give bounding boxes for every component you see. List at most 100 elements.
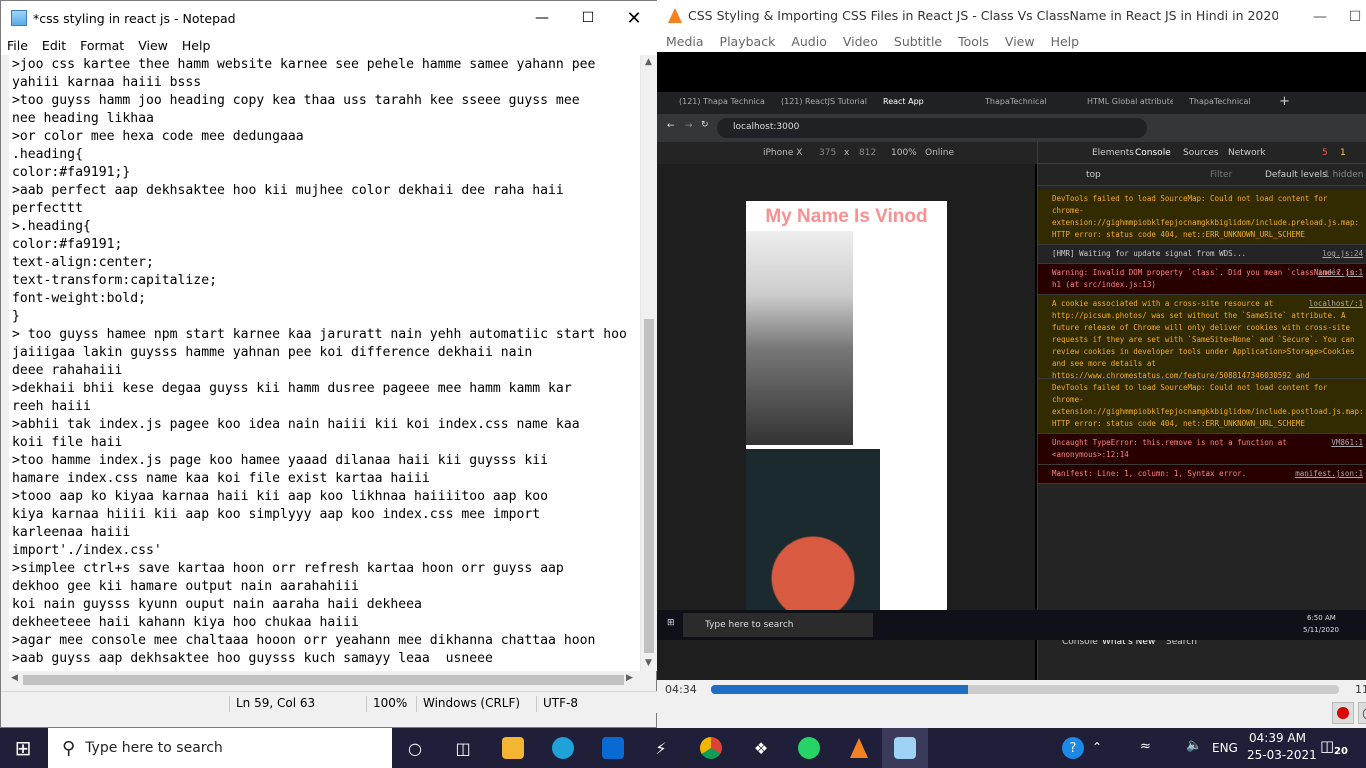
context-select[interactable]: top (1086, 170, 1101, 180)
record-button[interactable] (1332, 702, 1354, 724)
notepad-titlebar[interactable]: *css styling in react js - Notepad — ☐ ✕ (1, 1, 657, 35)
dropbox-icon[interactable]: ❖ (738, 728, 784, 768)
device-height[interactable]: 812 (859, 148, 876, 158)
vlc-maximize-button[interactable]: ☐ (1343, 0, 1366, 34)
text-line: deee rahahaiii (12, 363, 123, 378)
forward-icon[interactable]: → (685, 121, 693, 131)
record-icon (1337, 707, 1349, 719)
minimize-button[interactable]: — (519, 1, 565, 35)
photo-umbrella (746, 449, 880, 621)
clock-date[interactable]: 25-03-2021 (1247, 748, 1317, 762)
scroll-down-icon[interactable]: ▼ (645, 658, 652, 668)
device-zoom[interactable]: 100% (891, 148, 917, 158)
vlc-menu-view[interactable]: View (997, 34, 1043, 49)
menu-view[interactable]: View (131, 38, 175, 53)
lightning-app-icon[interactable]: ⚡ (638, 728, 684, 768)
cortana-icon[interactable]: ○ (392, 728, 438, 768)
seek-bar[interactable] (711, 685, 1339, 694)
browser-tab[interactable]: ThapaTechnical (1189, 97, 1275, 106)
vlc-menu-help[interactable]: Help (1043, 34, 1088, 49)
console-source-link[interactable]: manifest.json:1 (1295, 468, 1363, 480)
horizontal-scrollbar[interactable]: ◀ ▶ (9, 671, 640, 688)
scroll-right-icon[interactable]: ▶ (626, 673, 633, 683)
console-message[interactable]: DevTools failed to load SourceMap: Could… (1038, 379, 1366, 434)
console-message[interactable]: Uncaught TypeError: this.remove is not a… (1038, 434, 1366, 465)
vlc-menu-tools[interactable]: Tools (950, 34, 997, 49)
volume-icon[interactable]: 🔈 (1186, 738, 1202, 753)
text-line: .heading{ (12, 147, 83, 162)
device-network[interactable]: Online (925, 148, 954, 158)
devtools-tab-elements[interactable]: Elements (1092, 148, 1134, 158)
browser-tab[interactable]: (121) ReactJS Tutorial - ... (781, 97, 867, 106)
snapshot-button[interactable]: ◯ (1358, 702, 1366, 724)
devtools-tab-network[interactable]: Network (1228, 148, 1266, 158)
mail-icon[interactable] (590, 728, 636, 768)
back-icon[interactable]: ← (667, 121, 675, 131)
camera-icon: ◯ (1362, 706, 1366, 720)
vlc-taskbar-icon[interactable] (836, 728, 882, 768)
vlc-menu-audio[interactable]: Audio (783, 34, 835, 49)
language-indicator[interactable]: ENG (1212, 741, 1238, 755)
device-select[interactable]: iPhone X (763, 148, 802, 158)
warning-count[interactable]: 1 (1340, 148, 1346, 158)
start-button[interactable]: ⊞ (0, 728, 46, 768)
inner-clock: 6:50 AM (1307, 614, 1336, 622)
console-message[interactable]: DevTools failed to load SourceMap: Could… (1038, 190, 1366, 245)
text-line: >aab guyss aap dekhsaktee hoo guysss kuc… (12, 651, 501, 666)
notepad-title: *css styling in react js - Notepad (33, 10, 236, 26)
menu-edit[interactable]: Edit (35, 38, 73, 53)
notepad-taskbar-icon[interactable] (882, 728, 928, 768)
menu-help[interactable]: Help (175, 38, 218, 53)
device-width[interactable]: 375 (819, 148, 836, 158)
chrome-icon[interactable] (688, 728, 734, 768)
video-frame[interactable]: (121) Thapa Technical - ... (121) ReactJS… (657, 52, 1366, 680)
browser-tab[interactable]: React App (883, 97, 969, 106)
vlc-minimize-button[interactable]: — (1297, 0, 1343, 34)
notification-icon[interactable]: ◫ (1320, 737, 1334, 755)
console-filter[interactable]: Filter (1210, 170, 1232, 180)
console-message[interactable]: A cookie associated with a cross-site re… (1038, 295, 1366, 379)
menu-format[interactable]: Format (73, 38, 131, 53)
devtools-tab-console[interactable]: Console (1135, 148, 1171, 158)
error-count[interactable]: 5 (1322, 148, 1328, 158)
menu-file[interactable]: File (1, 38, 35, 53)
reload-icon[interactable]: ↻ (701, 120, 709, 130)
console-source-link[interactable]: log.js:24 (1322, 248, 1363, 260)
task-view-icon[interactable]: ◫ (440, 728, 486, 768)
browser-tab[interactable]: ThapaTechnical (985, 97, 1071, 106)
console-message[interactable]: Manifest: Line: 1, column: 1, Syntax err… (1038, 465, 1366, 484)
close-button[interactable]: ✕ (611, 1, 657, 35)
taskbar-search[interactable]: ⚲ Type here to search (48, 728, 392, 768)
levels-select[interactable]: Default levels (1265, 170, 1327, 180)
notepad-text-area[interactable]: >joo css kartee thee hamm website karnee… (9, 55, 640, 671)
scrollbar-thumb[interactable] (644, 319, 654, 653)
console-source-link[interactable]: VM861:1 (1331, 437, 1363, 449)
clock-time[interactable]: 04:39 AM (1249, 731, 1306, 745)
file-explorer-icon[interactable] (490, 728, 536, 768)
network-icon[interactable]: ≈ (1140, 739, 1151, 754)
vlc-menu-playback[interactable]: Playback (712, 34, 784, 49)
address-bar[interactable]: localhost:3000 (717, 118, 1147, 138)
vlc-menu-subtitle[interactable]: Subtitle (886, 34, 950, 49)
vlc-menu-media[interactable]: Media (657, 34, 712, 49)
scroll-left-icon[interactable]: ◀ (11, 673, 18, 683)
scroll-up-icon[interactable]: ▲ (645, 57, 652, 67)
devtools-tab-sources[interactable]: Sources (1183, 148, 1219, 158)
browser-tab[interactable]: (121) Thapa Technical - ... (679, 97, 765, 106)
whatsapp-icon[interactable] (786, 728, 832, 768)
hscrollbar-thumb[interactable] (23, 675, 624, 685)
console-message[interactable]: [HMR] Waiting for update signal from WDS… (1038, 245, 1366, 264)
console-message[interactable]: Warning: Invalid DOM property `class`. D… (1038, 264, 1366, 295)
vlc-menu-video[interactable]: Video (835, 34, 886, 49)
console-source-link[interactable]: index.js:1 (1318, 267, 1363, 279)
vertical-scrollbar[interactable]: ▲ ▼ (640, 55, 657, 671)
chevron-up-icon[interactable]: ⌃ (1092, 740, 1102, 754)
help-icon[interactable]: ? (1050, 728, 1096, 768)
vlc-titlebar[interactable]: CSS Styling & Importing CSS Files in Rea… (657, 0, 1366, 31)
browser-tab[interactable]: HTML Global attributes (1087, 97, 1173, 106)
vlc-title: CSS Styling & Importing CSS Files in Rea… (688, 8, 1278, 23)
new-tab-icon[interactable]: + (1279, 94, 1290, 109)
console-source-link[interactable]: localhost/:1 (1309, 298, 1363, 310)
edge-icon[interactable] (540, 728, 586, 768)
maximize-button[interactable]: ☐ (565, 1, 611, 35)
